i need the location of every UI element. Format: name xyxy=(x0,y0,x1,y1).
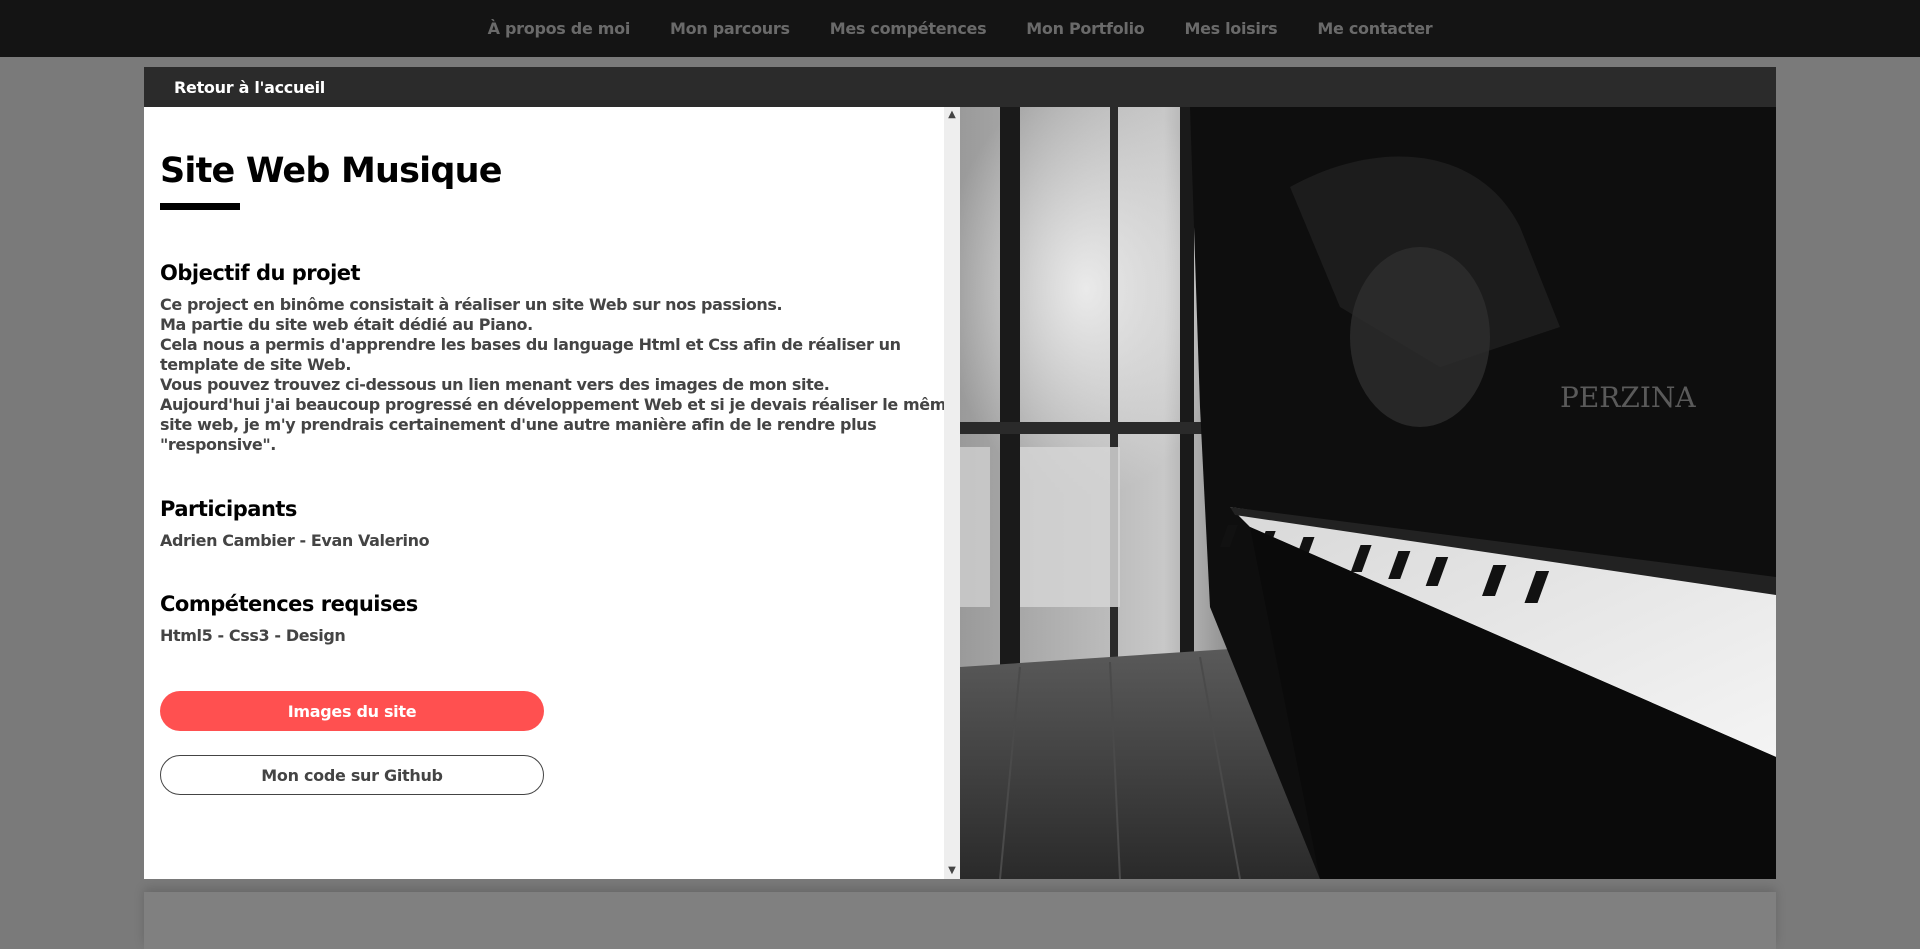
nav-item-portfolio[interactable]: Mon Portfolio xyxy=(1006,19,1164,38)
background-card xyxy=(144,892,1776,949)
nav-item-contact[interactable]: Me contacter xyxy=(1297,19,1452,38)
objective-text: Ce project en binôme consistait à réalis… xyxy=(160,295,944,455)
objective-line: Aujourd'hui j'ai beaucoup progressé en d… xyxy=(160,395,944,414)
objective-line: Cela nous a permis d'apprendre les bases… xyxy=(160,335,901,354)
objective-line: Ce project en binôme consistait à réalis… xyxy=(160,295,783,314)
participants-heading: Participants xyxy=(160,497,297,521)
objective-heading: Objectif du projet xyxy=(160,261,361,285)
scroll-up-icon[interactable]: ▲ xyxy=(944,107,960,123)
skills-heading: Compétences requises xyxy=(160,592,418,616)
piano-brand-text: PERZINA xyxy=(1560,381,1696,414)
objective-line: "responsive". xyxy=(160,435,276,454)
nav-item-about[interactable]: À propos de moi xyxy=(468,19,650,38)
page-title: Site Web Musique xyxy=(160,151,502,191)
objective-line: site web, je m'y prendrais certainement … xyxy=(160,415,877,434)
nav-item-career[interactable]: Mon parcours xyxy=(650,19,810,38)
objective-line: template de site Web. xyxy=(160,355,351,374)
content-scrollbar[interactable]: ▲ ▼ xyxy=(944,107,960,879)
project-image: PERZINA xyxy=(960,107,1776,879)
skills-value: Html5 - Css3 - Design xyxy=(160,626,346,645)
piano-photo: PERZINA xyxy=(960,107,1776,879)
nav-item-skills[interactable]: Mes compétences xyxy=(810,19,1007,38)
objective-line: Ma partie du site web était dédié au Pia… xyxy=(160,315,533,334)
project-details-panel: Site Web Musique Objectif du projet Ce p… xyxy=(144,107,944,879)
nav-item-hobbies[interactable]: Mes loisirs xyxy=(1164,19,1297,38)
modal-header: Retour à l'accueil xyxy=(144,67,1776,107)
project-modal: Retour à l'accueil Site Web Musique Obje… xyxy=(144,67,1776,879)
participants-value: Adrien Cambier - Evan Valerino xyxy=(160,531,430,550)
title-underline xyxy=(160,203,240,210)
objective-line: Vous pouvez trouvez ci-dessous un lien m… xyxy=(160,375,830,394)
back-to-home-link[interactable]: Retour à l'accueil xyxy=(174,78,325,97)
github-code-button[interactable]: Mon code sur Github xyxy=(160,755,544,795)
top-navigation: À propos de moi Mon parcours Mes compéte… xyxy=(0,0,1920,57)
scroll-down-icon[interactable]: ▼ xyxy=(944,863,960,879)
site-images-button[interactable]: Images du site xyxy=(160,691,544,731)
